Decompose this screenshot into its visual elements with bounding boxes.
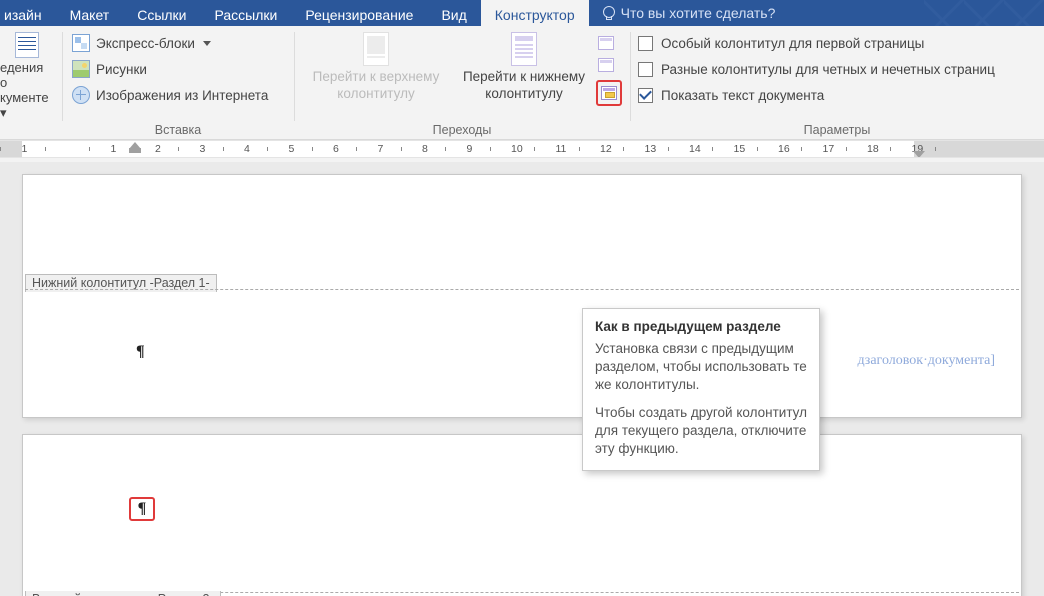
quick-parts-label: Экспресс-блоки: [96, 36, 195, 51]
next-section-icon: [598, 58, 614, 72]
different-first-page-row[interactable]: Особый колонтитул для первой страницы: [638, 30, 1036, 56]
show-document-text-checkbox[interactable]: [638, 88, 653, 103]
highlighted-paragraph-mark: ¶: [129, 497, 155, 521]
different-odd-even-row[interactable]: Разные колонтитулы для четных и нечетных…: [638, 56, 1036, 82]
ruler-numbers: 2112345678910111213141516171819: [0, 141, 959, 158]
tab-view[interactable]: Вид: [427, 0, 480, 26]
titlebar-decoration: [924, 0, 1044, 26]
tell-me-placeholder: Что вы хотите сделать?: [621, 5, 776, 21]
ribbon-tabs: изайн Макет Ссылки Рассылки Рецензирован…: [0, 0, 1044, 26]
online-pictures-label: Изображения из Интернета: [96, 88, 268, 103]
paragraph-mark: ¶: [136, 343, 145, 361]
tooltip-paragraph-1: Установка связи с предыдущим разделом, ч…: [595, 340, 807, 394]
tab-mailings[interactable]: Рассылки: [201, 0, 292, 26]
goto-footer-line2: колонтитулу: [485, 85, 562, 102]
online-pictures-button[interactable]: Изображения из Интернета: [70, 82, 286, 108]
pictures-icon: [72, 60, 90, 78]
footer-boundary-line: [25, 289, 1019, 290]
horizontal-ruler[interactable]: 2112345678910111213141516171819: [0, 140, 1044, 162]
group-navigation: Перейти к верхнему колонтитулу Перейти к…: [294, 26, 630, 139]
ruler-indent-marker-right[interactable]: [913, 141, 925, 158]
goto-header-line2: колонтитулу: [337, 85, 414, 102]
quick-parts-button[interactable]: Экспресс-блоки: [70, 30, 286, 56]
link-to-previous-button[interactable]: [596, 80, 622, 106]
pictures-label: Рисунки: [96, 62, 147, 77]
pictures-button[interactable]: Рисунки: [70, 56, 286, 82]
different-odd-even-label: Разные колонтитулы для четных и нечетных…: [661, 62, 995, 77]
previous-section-button[interactable]: [596, 34, 616, 52]
group-navigation-label: Переходы: [294, 123, 630, 137]
next-section-button[interactable]: [596, 56, 616, 74]
link-to-previous-icon: [601, 86, 617, 100]
tab-design[interactable]: изайн: [0, 0, 56, 26]
goto-header-icon: [363, 32, 389, 66]
different-odd-even-checkbox[interactable]: [638, 62, 653, 77]
different-first-page-label: Особый колонтитул для первой страницы: [661, 36, 924, 51]
different-first-page-checkbox[interactable]: [638, 36, 653, 51]
tab-review[interactable]: Рецензирование: [291, 0, 427, 26]
tooltip-paragraph-2: Чтобы создать другой колонтитул для теку…: [595, 404, 807, 458]
document-canvas[interactable]: Нижний колонтитул -Раздел 1- ¶ дзаголово…: [0, 162, 1044, 596]
group-options: Особый колонтитул для первой страницы Ра…: [630, 26, 1044, 139]
document-info-icon: [15, 32, 39, 58]
quick-parts-icon: [72, 34, 90, 52]
show-document-text-label: Показать текст документа: [661, 88, 824, 103]
tell-me-search[interactable]: Что вы хотите сделать?: [589, 0, 788, 26]
group-options-label: Параметры: [630, 123, 1044, 137]
tooltip-title: Как в предыдущем разделе: [595, 319, 807, 334]
tab-layout[interactable]: Макет: [56, 0, 124, 26]
document-info-line2: кументе ▾: [0, 90, 54, 120]
goto-footer-line1: Перейти к нижнему: [463, 68, 585, 85]
goto-header-line1: Перейти к верхнему: [313, 68, 440, 85]
chevron-down-icon: [203, 41, 211, 46]
document-info-line1: едения о: [0, 60, 54, 90]
show-document-text-row[interactable]: Показать текст документа: [638, 82, 1036, 108]
group-insert-label: Вставка: [62, 123, 294, 137]
tab-references[interactable]: Ссылки: [123, 0, 200, 26]
tab-header-footer-design[interactable]: Конструктор: [481, 0, 589, 26]
document-subtitle-fragment: дзаголовок·документа]: [858, 353, 995, 369]
page-2[interactable]: ¶ Верхний колонтитул -Раздел 2-: [22, 434, 1022, 596]
lightbulb-icon: [601, 6, 615, 20]
document-info-button[interactable]: едения о кументе ▾: [0, 30, 54, 120]
header-section-tag: Верхний колонтитул -Раздел 2-: [25, 591, 221, 596]
ruler-indent-marker-left[interactable]: [129, 141, 141, 153]
ribbon: едения о кументе ▾ Экспресс-блоки Рисунк…: [0, 26, 1044, 140]
previous-section-icon: [598, 36, 614, 50]
globe-icon: [72, 86, 90, 104]
paragraph-mark-icon: ¶: [138, 500, 147, 518]
goto-footer-icon: [511, 32, 537, 66]
group-insert: Экспресс-блоки Рисунки Изображения из Ин…: [62, 26, 294, 139]
link-to-previous-tooltip: Как в предыдущем разделе Установка связи…: [582, 308, 820, 471]
group-document-info: едения о кументе ▾: [0, 26, 62, 139]
page-1[interactable]: Нижний колонтитул -Раздел 1- ¶ дзаголово…: [22, 174, 1022, 418]
